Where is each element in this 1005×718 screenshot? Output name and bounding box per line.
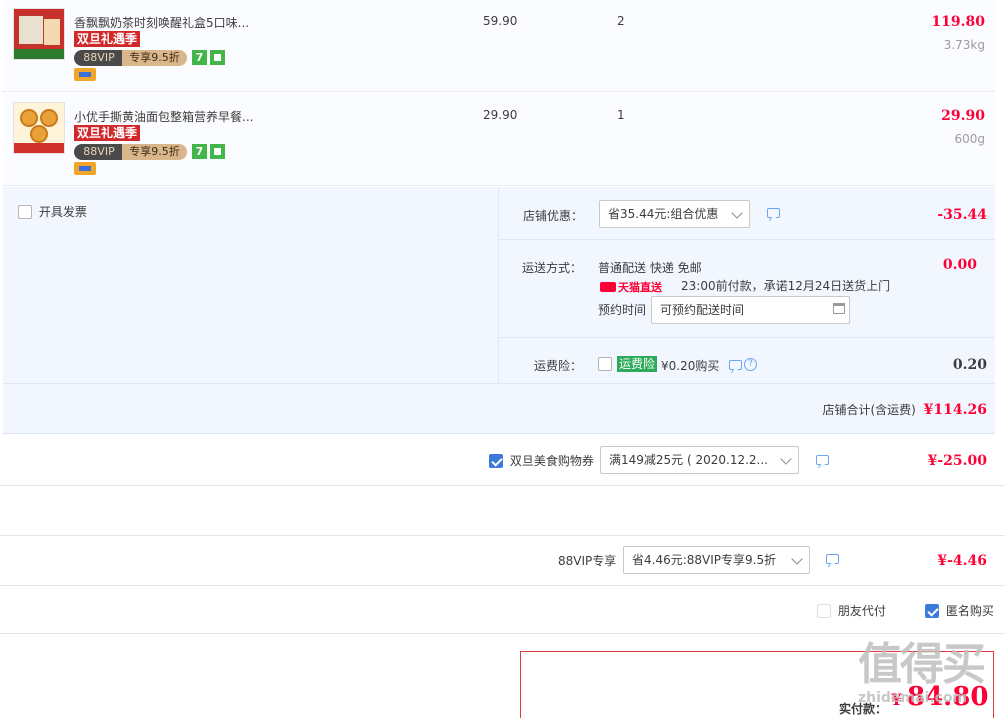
friend-pay-option[interactable]: 朋友代付 — [817, 602, 886, 619]
item-weight: 600g — [954, 132, 985, 146]
watermark-logo: 值得买 — [858, 639, 986, 690]
vip-tag-label: 88VIP — [74, 50, 124, 66]
invoice-checkbox[interactable] — [18, 204, 32, 219]
shop-total-amount: ¥114.26 — [923, 402, 987, 418]
insurance-badge: 运费险 — [617, 356, 658, 372]
vip-tag-discount: 专享9.5折 — [122, 50, 187, 66]
unit-price: 29.90 — [483, 108, 518, 122]
shop-summary: 开具发票 店铺优惠： 省35.44元:组合优惠 -35.44 运送方式： 普通配… — [3, 187, 995, 434]
message-icon[interactable] — [767, 208, 780, 218]
product-thumbnail[interactable] — [13, 8, 65, 60]
shop-total: 店铺合计(含运费) ¥114.26 — [822, 401, 987, 418]
invoice-option[interactable]: 开具发票 — [18, 203, 87, 220]
delivery-promise: 23:00前付款，承诺12月24日送货上门 — [681, 279, 891, 293]
quantity: 1 — [617, 108, 625, 122]
guarantee-icon — [210, 144, 225, 159]
shop-total-label: 店铺合计(含运费) — [822, 403, 916, 417]
divider — [0, 485, 1005, 486]
quantity: 2 — [617, 14, 625, 28]
shipping-method: 普通配送 快递 免邮 — [598, 261, 702, 275]
vip-tag: 88VIP 专享9.5折 — [74, 144, 187, 160]
chevron-down-icon — [791, 553, 803, 565]
line-total: 29.90 — [941, 108, 985, 124]
product-name[interactable]: 香飘飘奶茶时刻唤醒礼盒5口味... — [74, 14, 249, 31]
coupon-label: 双旦美食购物券 — [509, 454, 594, 468]
calendar-icon[interactable] — [833, 303, 845, 314]
product-thumbnail[interactable] — [13, 102, 65, 154]
divider — [3, 383, 995, 384]
shipping-amount: 0.00 — [942, 257, 977, 273]
message-icon[interactable] — [816, 455, 829, 465]
vip-discount-amount: ¥-4.46 — [937, 553, 987, 569]
coupon-select[interactable]: 满149减25元 ( 2020.12.2... — [600, 446, 799, 474]
coupon-checkbox[interactable] — [489, 453, 503, 468]
vip-discount-value: 省4.46元:88VIP专享9.5折 — [632, 553, 777, 567]
divider — [0, 535, 1005, 536]
product-name[interactable]: 小优手撕黄油面包整箱营养早餐... — [74, 108, 253, 125]
vip-tag-label: 88VIP — [74, 144, 124, 160]
chevron-down-icon — [780, 453, 792, 465]
credit-card-icon — [74, 162, 96, 175]
tmall-direct-text: 天猫直送 — [618, 281, 662, 294]
tmall-icon — [600, 282, 616, 292]
guarantee-icon — [210, 50, 225, 65]
invoice-label: 开具发票 — [38, 205, 87, 219]
seven-day-return-icon: 7 — [192, 144, 207, 159]
divider — [0, 585, 1005, 586]
divider — [498, 239, 995, 240]
divider — [498, 337, 995, 338]
shop-discount-select[interactable]: 省35.44元:组合优惠 — [599, 200, 750, 228]
cart-item-row: 小优手撕黄油面包整箱营养早餐... 双旦礼遇季 88VIP 专享9.5折 7 2… — [3, 94, 995, 186]
shop-discount-label: 店铺优惠： — [523, 209, 584, 223]
watermark-url: zhidemai.com — [858, 690, 968, 706]
message-icon[interactable] — [826, 554, 839, 564]
friend-pay-checkbox[interactable] — [817, 603, 831, 618]
insurance-checkbox[interactable] — [598, 357, 612, 371]
friend-pay-label: 朋友代付 — [837, 604, 886, 618]
anonymous-option[interactable]: 匿名购买 — [925, 602, 994, 619]
vip-tag: 88VIP 专享9.5折 — [74, 50, 187, 66]
schedule-placeholder: 可预约配送时间 — [660, 303, 745, 317]
vip-tag-discount: 专享9.5折 — [122, 144, 187, 160]
anonymous-checkbox[interactable] — [925, 603, 939, 618]
shipping-label: 运送方式： — [522, 261, 583, 275]
anonymous-label: 匿名购买 — [945, 604, 994, 618]
vip-discount-label: 88VIP专享 — [558, 554, 617, 568]
help-icon[interactable]: ? — [744, 358, 757, 371]
schedule-label: 预约时间 — [598, 303, 647, 317]
shop-discount-value: 省35.44元:组合优惠 — [608, 207, 719, 221]
insurance-price: ¥0.20购买 — [661, 359, 720, 373]
coupon-amount: ¥-25.00 — [927, 453, 987, 469]
seven-day-return-icon: 7 — [192, 50, 207, 65]
schedule-time-input[interactable]: 可预约配送时间 — [651, 296, 850, 324]
insurance-label: 运费险： — [534, 359, 583, 373]
promo-tag: 双旦礼遇季 — [74, 31, 141, 47]
unit-price: 59.90 — [483, 14, 518, 28]
promo-tag: 双旦礼遇季 — [74, 125, 141, 141]
chevron-down-icon — [731, 207, 743, 219]
cart-item-row: 香飘飘奶茶时刻唤醒礼盒5口味... 双旦礼遇季 88VIP 专享9.5折 7 5… — [3, 0, 995, 92]
insurance-amount: 0.20 — [952, 357, 987, 373]
coupon-option[interactable]: 双旦美食购物券 — [489, 452, 594, 469]
message-icon[interactable] — [729, 360, 742, 370]
credit-card-icon — [74, 68, 96, 81]
item-weight: 3.73kg — [943, 38, 985, 52]
line-total: 119.80 — [931, 14, 985, 30]
vip-discount-select[interactable]: 省4.46元:88VIP专享9.5折 — [623, 546, 810, 574]
coupon-value: 满149减25元 ( 2020.12.2... — [609, 453, 769, 467]
divider — [0, 633, 1005, 634]
shop-discount-amount: -35.44 — [937, 207, 987, 223]
